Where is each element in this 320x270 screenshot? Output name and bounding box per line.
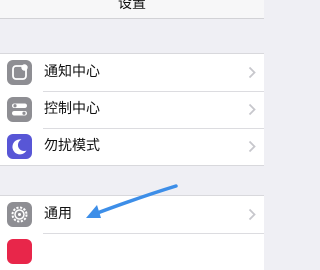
control-center-icon — [7, 97, 32, 122]
chevron-right-icon — [248, 103, 256, 116]
notification-center-icon — [7, 60, 32, 85]
settings-row-do-not-disturb[interactable]: 勿扰模式 — [0, 128, 264, 165]
settings-row-control-center[interactable]: 控制中心 — [0, 91, 264, 128]
navigation-divider — [0, 18, 264, 19]
chevron-right-icon — [248, 140, 256, 153]
settings-row-label: 勿扰模式 — [44, 138, 100, 154]
do-not-disturb-moon-icon — [7, 134, 32, 159]
settings-row-display[interactable] — [0, 233, 264, 270]
settings-row-notification-center[interactable]: 通知中心 — [0, 54, 264, 91]
settings-row-general[interactable]: 通用 — [0, 196, 264, 233]
settings-group-2: 通用 — [0, 195, 264, 270]
settings-row-label: 通用 — [44, 206, 72, 222]
general-gear-icon — [7, 202, 32, 227]
display-icon — [7, 239, 32, 264]
settings-group-1: 通知中心 控制中心 勿扰模式 — [0, 53, 264, 166]
settings-row-label: 控制中心 — [44, 101, 100, 117]
chevron-right-icon — [248, 66, 256, 79]
page-title: 设置 — [118, 0, 146, 12]
chevron-right-icon — [248, 208, 256, 221]
settings-row-label: 通知中心 — [44, 64, 100, 80]
